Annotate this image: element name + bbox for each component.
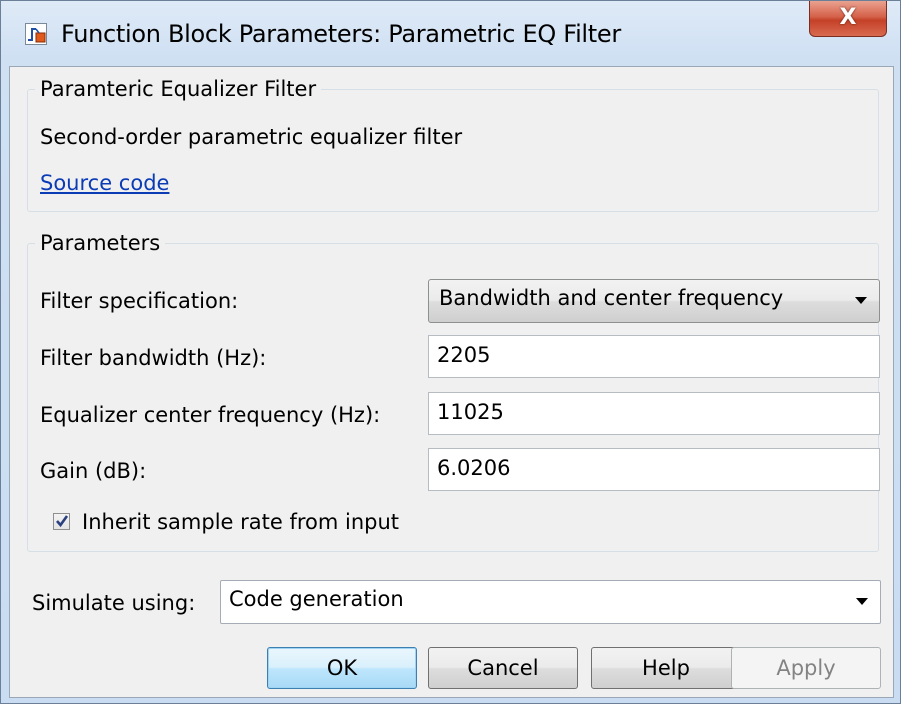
description-group-legend: Paramteric Equalizer Filter bbox=[35, 77, 322, 101]
apply-button[interactable]: Apply bbox=[731, 647, 881, 689]
chevron-down-icon bbox=[855, 297, 867, 304]
parameters-group-legend: Parameters bbox=[35, 231, 166, 255]
block-description: Second-order parametric equalizer filter bbox=[40, 125, 463, 149]
dialog-body: Paramteric Equalizer Filter Second-order… bbox=[9, 66, 894, 698]
filter-spec-value: Bandwidth and center frequency bbox=[439, 286, 784, 310]
dialog-window: Function Block Parameters: Parametric EQ… bbox=[0, 0, 901, 704]
help-button[interactable]: Help bbox=[591, 647, 741, 689]
source-code-link[interactable]: Source code bbox=[40, 171, 169, 195]
title-bar[interactable]: Function Block Parameters: Parametric EQ… bbox=[1, 1, 900, 67]
gain-field[interactable]: 6.0206 bbox=[428, 448, 880, 491]
close-button[interactable]: X bbox=[809, 1, 887, 37]
simulink-block-icon bbox=[25, 23, 47, 45]
close-icon: X bbox=[839, 5, 857, 30]
simulate-using-value: Code generation bbox=[229, 587, 404, 611]
filter-spec-label: Filter specification: bbox=[40, 289, 239, 313]
simulate-using-dropdown[interactable]: Code generation bbox=[220, 580, 881, 624]
checkmark-icon bbox=[56, 515, 69, 528]
window-title: Function Block Parameters: Parametric EQ… bbox=[61, 20, 621, 48]
filter-spec-dropdown[interactable]: Bandwidth and center frequency bbox=[428, 279, 880, 323]
bandwidth-field[interactable]: 2205 bbox=[428, 335, 880, 378]
cancel-button[interactable]: Cancel bbox=[428, 647, 578, 689]
center-frequency-label: Equalizer center frequency (Hz): bbox=[40, 403, 381, 427]
chevron-down-icon bbox=[856, 598, 868, 605]
ok-button[interactable]: OK bbox=[267, 647, 417, 689]
simulate-using-label: Simulate using: bbox=[32, 591, 196, 615]
center-frequency-field[interactable]: 11025 bbox=[428, 392, 880, 435]
inherit-sample-rate-checkbox[interactable] bbox=[53, 513, 70, 530]
gain-label: Gain (dB): bbox=[40, 459, 147, 483]
inherit-sample-rate-label[interactable]: Inherit sample rate from input bbox=[82, 510, 399, 534]
bandwidth-label: Filter bandwidth (Hz): bbox=[40, 346, 267, 370]
